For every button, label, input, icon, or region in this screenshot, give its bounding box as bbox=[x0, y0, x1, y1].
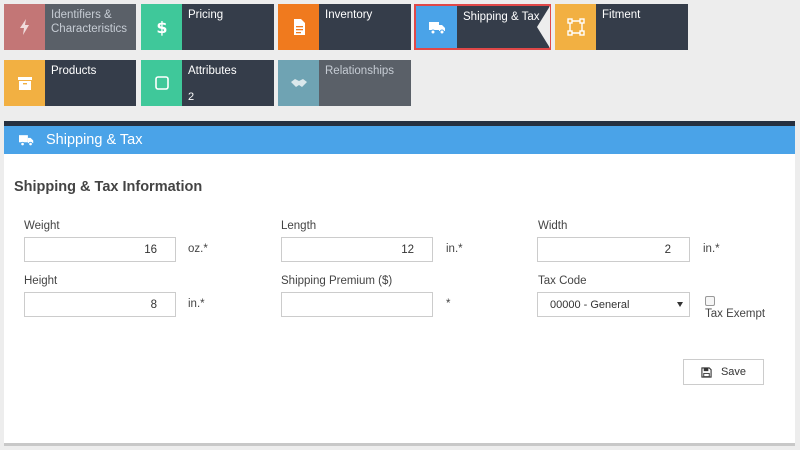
tax-code-label: Tax Code bbox=[538, 275, 587, 287]
shipping-premium-input[interactable] bbox=[281, 292, 433, 317]
height-unit: in.* bbox=[188, 298, 205, 310]
panel-bottom-border bbox=[4, 443, 795, 446]
weight-unit: oz.* bbox=[188, 243, 208, 255]
tile-attributes[interactable]: Attributes 2 bbox=[141, 60, 274, 106]
dollar-icon: $ bbox=[141, 4, 182, 50]
tile-label: Shipping & Tax bbox=[463, 11, 540, 23]
handshake-icon bbox=[278, 60, 319, 106]
attribute-count: 2 bbox=[188, 91, 195, 103]
tile-inventory[interactable]: Inventory bbox=[278, 4, 411, 50]
tile-label: Identifiers & Characteristics bbox=[51, 9, 128, 35]
tile-fitment[interactable]: Fitment bbox=[555, 4, 688, 50]
tile-label: Attributes 2 bbox=[182, 60, 274, 106]
tile-label: Products bbox=[51, 65, 97, 77]
weight-input[interactable] bbox=[24, 237, 176, 262]
truck-icon bbox=[416, 6, 457, 48]
tile-products[interactable]: Products bbox=[4, 60, 136, 106]
chevron-down-icon bbox=[677, 302, 683, 307]
connection-icon bbox=[555, 4, 596, 50]
archive-icon bbox=[4, 60, 45, 106]
length-input[interactable] bbox=[281, 237, 433, 262]
panel-header: Shipping & Tax bbox=[4, 126, 795, 154]
height-label: Height bbox=[24, 275, 58, 287]
tax-exempt-label: Tax Exempt bbox=[705, 308, 766, 320]
width-input[interactable] bbox=[537, 237, 690, 262]
panel-title: Shipping & Tax bbox=[46, 132, 143, 148]
width-unit: in.* bbox=[703, 243, 720, 255]
section-title: Shipping & Tax Information bbox=[14, 179, 203, 195]
shipping-premium-required-marker: * bbox=[446, 298, 451, 310]
tile-relationships[interactable]: Relationships bbox=[278, 60, 411, 106]
tile-label: Pricing bbox=[188, 9, 224, 21]
tile-label: Relationships bbox=[325, 65, 395, 77]
save-label: Save bbox=[720, 366, 747, 378]
length-unit: in.* bbox=[446, 243, 463, 255]
shipping-premium-label: Shipping Premium ($) bbox=[281, 275, 393, 287]
width-label: Width bbox=[538, 220, 568, 232]
save-button[interactable]: Save bbox=[683, 359, 764, 385]
bolt-icon bbox=[4, 4, 45, 50]
weight-label: Weight bbox=[24, 220, 60, 232]
truck-icon bbox=[19, 134, 34, 146]
document-icon bbox=[278, 4, 319, 50]
shipping-tax-panel: Shipping & Tax Shipping & Tax Informatio… bbox=[4, 121, 795, 446]
square-icon bbox=[141, 60, 182, 106]
tile-label-text: Attributes bbox=[188, 65, 237, 77]
tile-identifiers[interactable]: Identifiers & Characteristics bbox=[4, 4, 136, 50]
tax-code-select[interactable]: 00000 - General bbox=[537, 292, 690, 317]
floppy-disk-icon bbox=[701, 366, 712, 378]
tax-exempt-checkbox[interactable] bbox=[705, 296, 715, 306]
height-input[interactable] bbox=[24, 292, 176, 317]
tile-shipping-tax[interactable]: Shipping & Tax bbox=[414, 4, 551, 50]
tax-code-selected-value: 00000 - General bbox=[550, 299, 630, 311]
tile-pricing[interactable]: $ Pricing bbox=[141, 4, 274, 50]
tile-label: Fitment bbox=[602, 9, 641, 21]
length-label: Length bbox=[281, 220, 317, 232]
tile-label: Inventory bbox=[325, 9, 373, 21]
svg-text:$: $ bbox=[156, 18, 167, 36]
active-arrow-indicator bbox=[537, 6, 550, 48]
